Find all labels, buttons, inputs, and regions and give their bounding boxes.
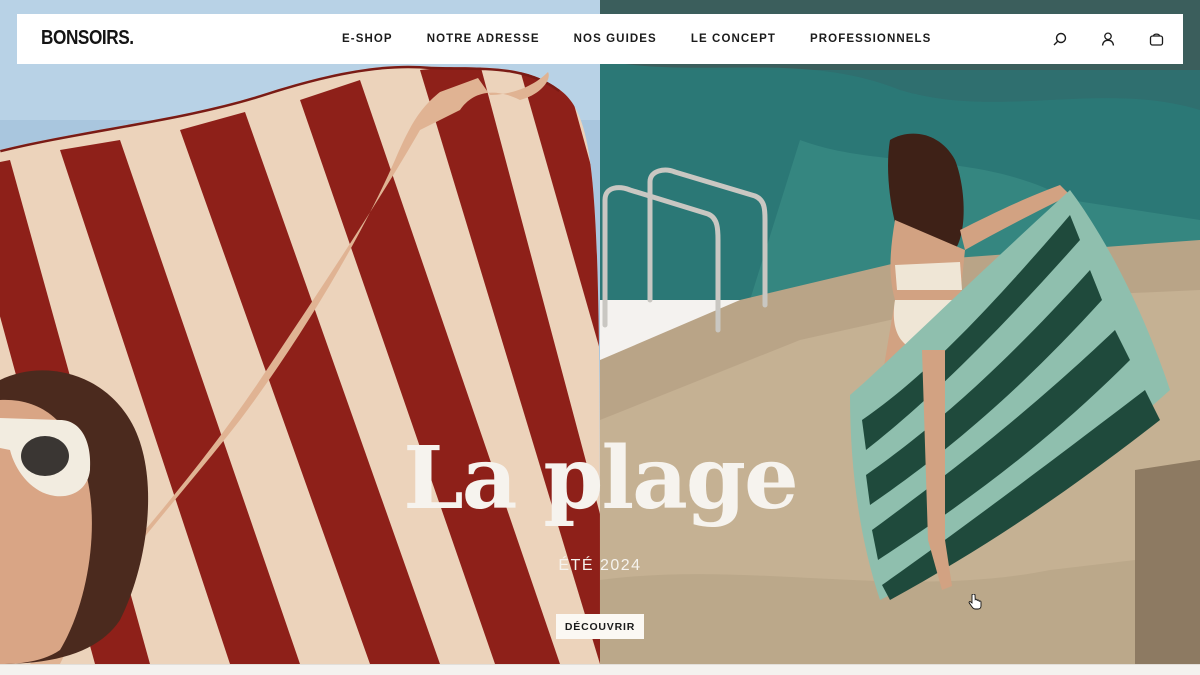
nav-item-e-shop[interactable]: E-SHOP <box>342 33 393 45</box>
header-icons <box>1051 14 1165 64</box>
nav-item-professionnels[interactable]: PROFESSIONNELS <box>810 33 931 45</box>
nav-item-notre-adresse[interactable]: NOTRE ADRESSE <box>427 33 540 45</box>
page-bottom-edge <box>0 664 1200 675</box>
search-icon[interactable] <box>1051 30 1069 48</box>
brand-logo[interactable]: BONSOIRS. <box>41 27 134 50</box>
site-header: BONSOIRS. E-SHOP NOTRE ADRESSE NOS GUIDE… <box>17 14 1183 64</box>
nav-item-le-concept[interactable]: LE CONCEPT <box>691 33 776 45</box>
pointer-cursor-icon <box>968 594 982 610</box>
discover-button[interactable]: DÉCOUVRIR <box>556 614 644 639</box>
main-nav: E-SHOP NOTRE ADRESSE NOS GUIDES LE CONCE… <box>342 14 965 64</box>
account-icon[interactable] <box>1099 30 1117 48</box>
hero-title: La plage <box>403 428 799 529</box>
nav-item-nos-guides[interactable]: NOS GUIDES <box>574 33 657 45</box>
cart-icon[interactable] <box>1147 30 1165 48</box>
hero-subtitle: ÉTÉ 2024 <box>558 557 642 574</box>
